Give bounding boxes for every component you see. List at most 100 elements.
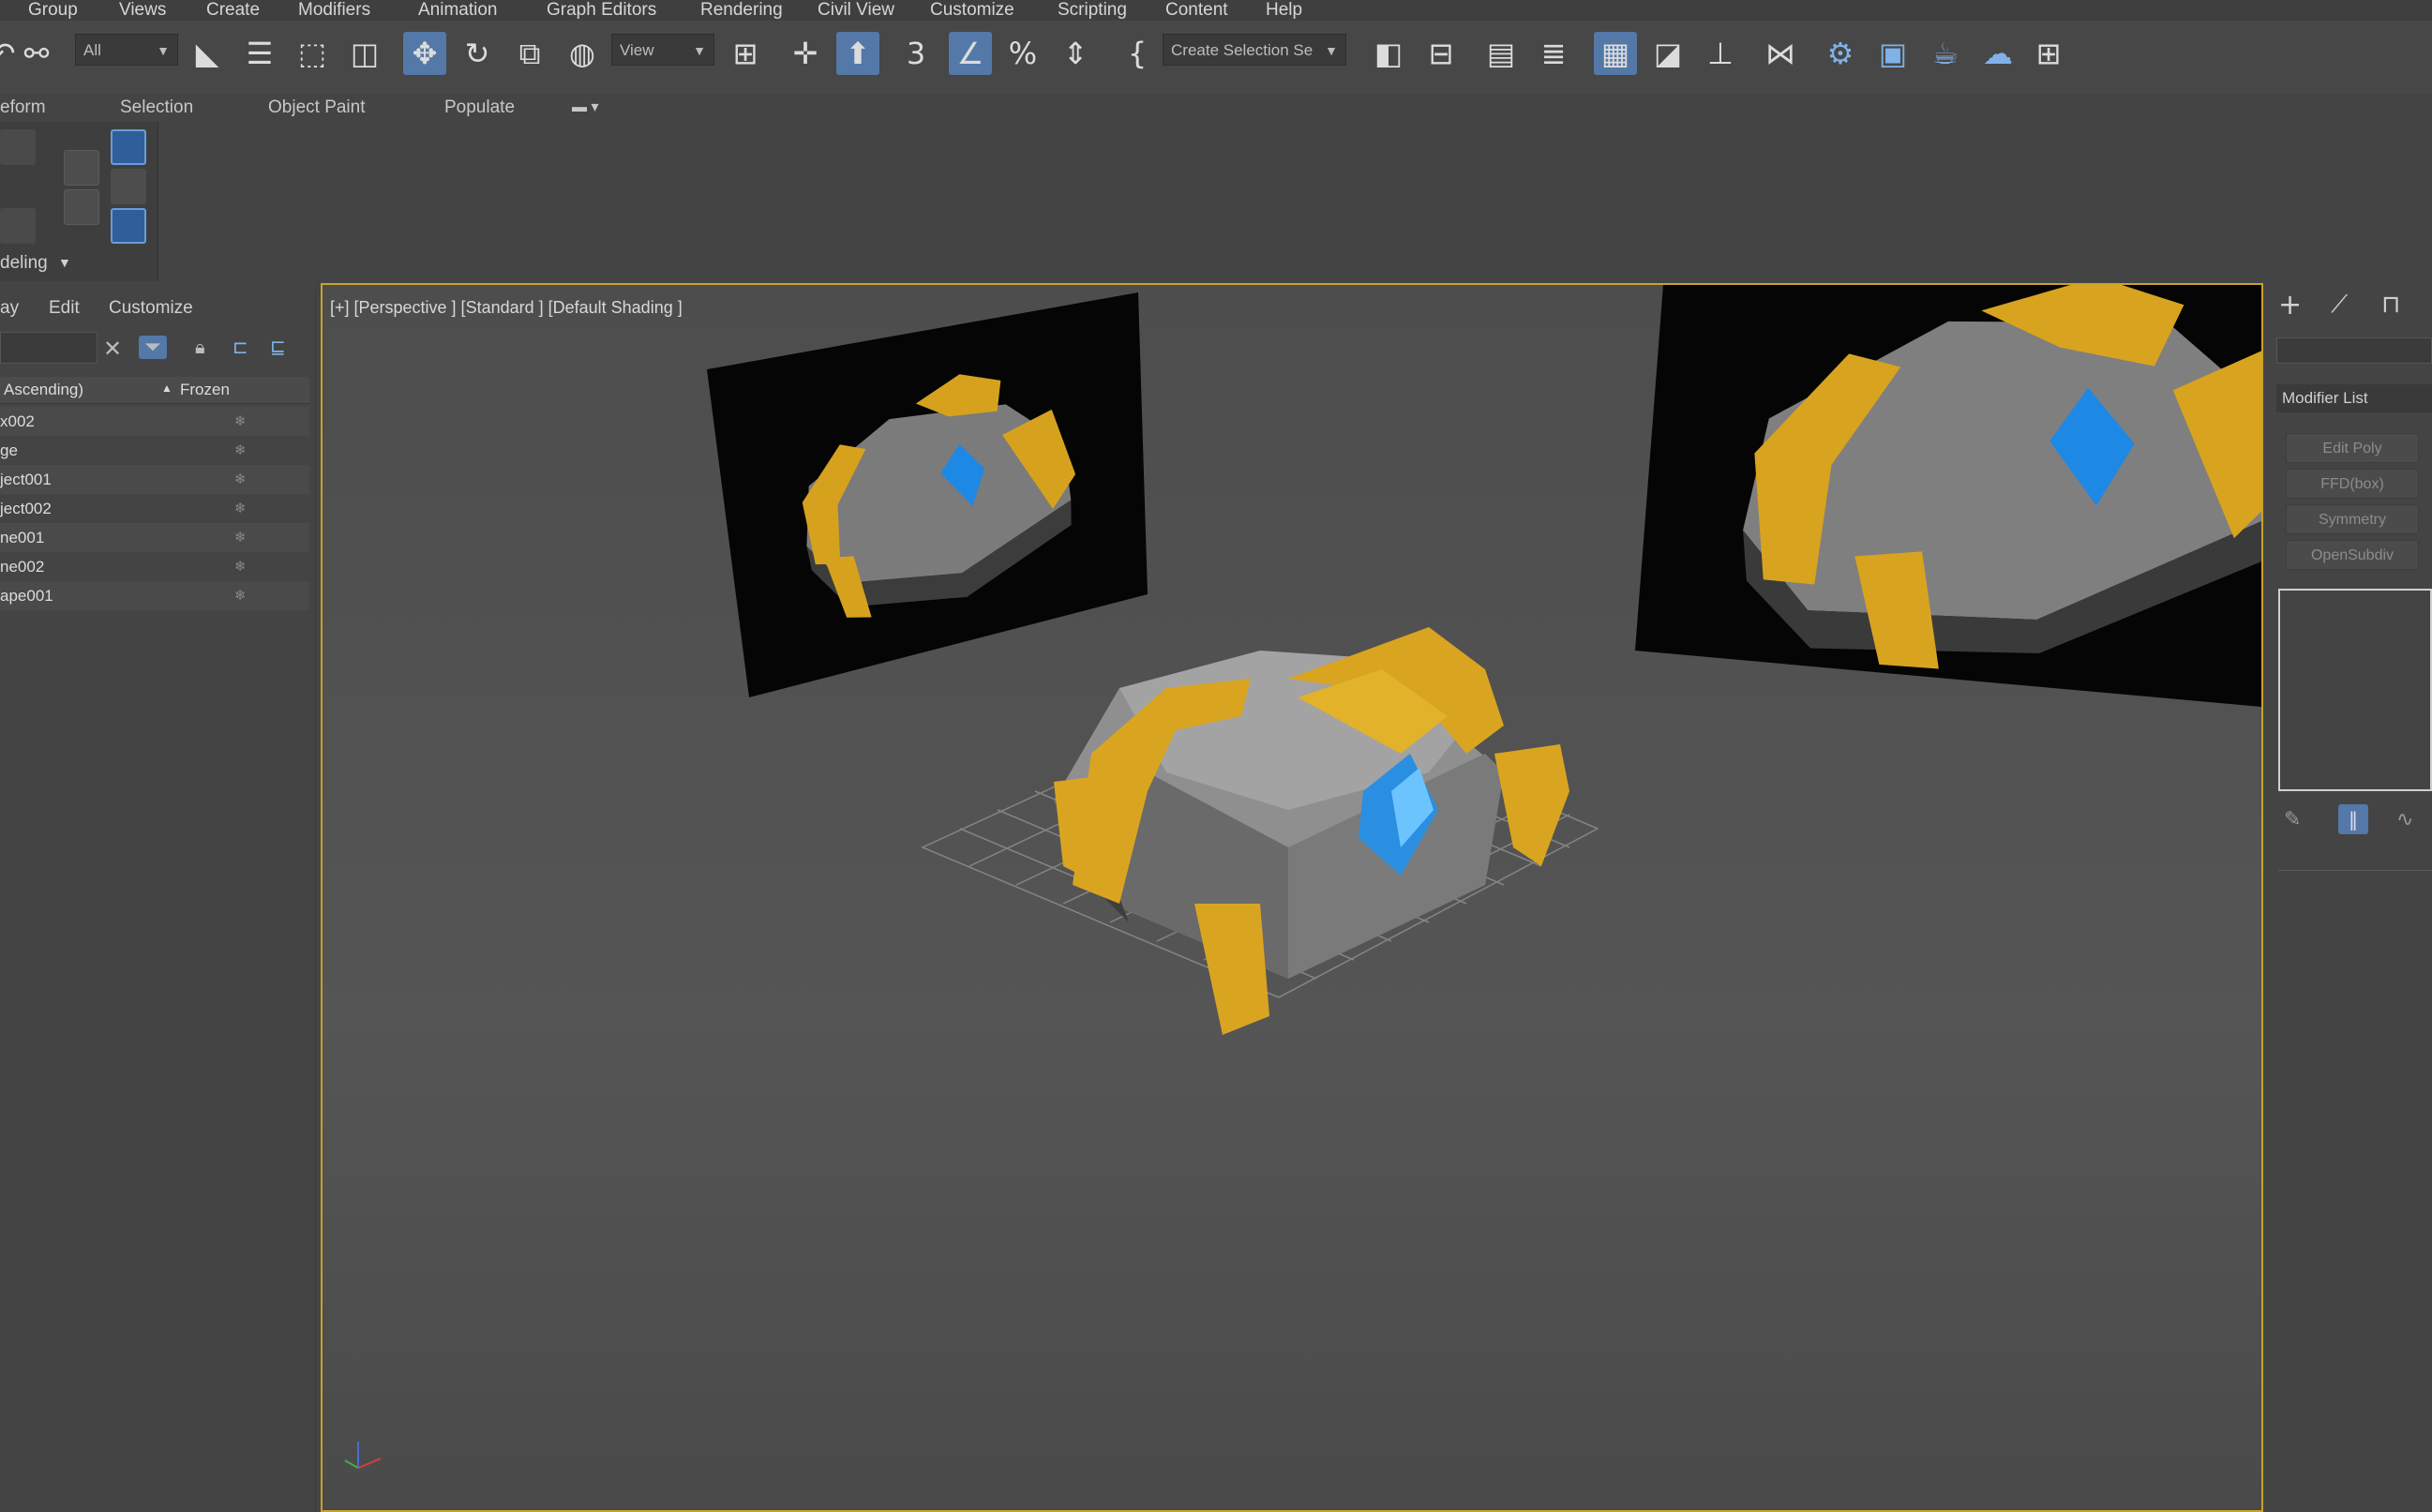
menu-customize[interactable]: Customize: [930, 0, 1014, 21]
schematic-view-icon[interactable]: ⊥: [1699, 32, 1742, 75]
menu-group[interactable]: Group: [28, 0, 78, 21]
table-row[interactable]: ne002 ❄: [0, 552, 309, 581]
table-row[interactable]: ge ❄: [0, 436, 309, 465]
ribbon-options-icon[interactable]: ▬ ▾: [572, 97, 598, 116]
border-tool-icon[interactable]: [64, 189, 99, 225]
angle-snap-icon[interactable]: ∠: [949, 32, 992, 75]
explorer-menu-customize[interactable]: Customize: [109, 298, 193, 319]
spinner-snap-icon[interactable]: ⇕: [1054, 32, 1097, 75]
snowflake-icon[interactable]: ❄: [234, 436, 247, 465]
move-icon[interactable]: ✥: [403, 32, 446, 75]
pin-stack-icon[interactable]: ✎: [2284, 808, 2301, 831]
menu-modifiers[interactable]: Modifiers: [298, 0, 370, 21]
modifier-opensubdiv[interactable]: OpenSubdiv: [2286, 540, 2419, 570]
render-setup-icon[interactable]: ⚙: [1819, 32, 1862, 75]
snowflake-icon[interactable]: ❄: [234, 494, 247, 523]
modify-icon[interactable]: ⟋: [2331, 291, 2348, 320]
selection-filter-dropdown[interactable]: All ▼: [75, 34, 178, 66]
menu-graph-editors[interactable]: Graph Editors: [547, 0, 656, 21]
selection-set-dropdown[interactable]: Create Selection Se ▼: [1163, 34, 1346, 66]
render-in-cloud-icon[interactable]: ☁: [1976, 32, 2019, 75]
menu-create[interactable]: Create: [206, 0, 260, 21]
rect-region-icon[interactable]: ⬚: [291, 32, 334, 75]
modifier-ffd-box[interactable]: FFD(box): [2286, 469, 2419, 499]
explorer-menu-edit[interactable]: Edit: [49, 298, 80, 319]
reference-image-left[interactable]: [707, 292, 1148, 697]
element-tool-icon[interactable]: [111, 129, 146, 165]
reference-coord-dropdown[interactable]: View ▼: [611, 34, 714, 66]
pivot-icon[interactable]: ✛: [784, 32, 827, 75]
keyboard-shortcut-icon[interactable]: ⬆: [836, 32, 879, 75]
select-manipulate-icon[interactable]: ◍: [561, 32, 604, 75]
column-name[interactable]: Ascending): [4, 381, 83, 399]
explorer-search-input[interactable]: [0, 332, 98, 364]
snap-3d-icon[interactable]: 3: [894, 32, 938, 75]
ignore-backfacing-icon[interactable]: [111, 208, 146, 244]
menu-help[interactable]: Help: [1266, 0, 1302, 21]
create-icon[interactable]: +: [2278, 289, 2302, 322]
object-name-field[interactable]: [2276, 337, 2432, 364]
modifier-list-dropdown[interactable]: Modifier List: [2276, 384, 2432, 412]
scene-explorer-icon[interactable]: ▤: [1479, 32, 1523, 75]
tab-populate[interactable]: Populate: [444, 97, 515, 118]
chest-model[interactable]: [921, 627, 1599, 1035]
mirror-icon[interactable]: ◧: [1367, 32, 1410, 75]
layer-explorer-icon[interactable]: ≣: [1532, 32, 1575, 75]
edge-tool-icon[interactable]: [0, 208, 36, 244]
snowflake-icon[interactable]: ❄: [234, 581, 247, 610]
ribbon-panel-label[interactable]: deling: [0, 253, 48, 274]
explorer-menu-display[interactable]: ay: [0, 298, 19, 319]
view-pick-icon[interactable]: ⊞: [724, 32, 767, 75]
curve-editor-icon[interactable]: ◪: [1646, 32, 1689, 75]
tab-object-paint[interactable]: Object Paint: [268, 97, 366, 118]
make-unique-icon[interactable]: ∿: [2396, 808, 2413, 831]
snowflake-icon[interactable]: ❄: [234, 407, 247, 436]
reference-image-right[interactable]: [1635, 285, 2261, 707]
window-crossing-icon[interactable]: ◫: [343, 32, 386, 75]
material-editor-icon[interactable]: ⋈: [1759, 32, 1802, 75]
hierarchy-sort-icon[interactable]: ⊏: [233, 336, 248, 358]
render-icon[interactable]: ☕: [1924, 32, 1967, 75]
show-end-result-icon[interactable]: ‖: [2338, 804, 2368, 834]
menu-civil-view[interactable]: Civil View: [818, 0, 894, 21]
align-icon[interactable]: ⊟: [1419, 32, 1463, 75]
hierarchy-icon[interactable]: ⊓: [2381, 291, 2400, 319]
table-row[interactable]: ape001 ❄: [0, 581, 309, 610]
menu-scripting[interactable]: Scripting: [1058, 0, 1127, 21]
snowflake-icon[interactable]: ❄: [234, 523, 247, 552]
menu-rendering[interactable]: Rendering: [700, 0, 783, 21]
snowflake-icon[interactable]: ❄: [234, 552, 247, 581]
menu-content[interactable]: Content: [1165, 0, 1228, 21]
table-row[interactable]: x002 ❄: [0, 407, 309, 436]
percent-snap-icon[interactable]: %: [1001, 32, 1044, 75]
element-sub-icon[interactable]: [111, 169, 146, 204]
toggle-ribbon-icon[interactable]: ▦: [1594, 32, 1637, 75]
layer-sort-icon[interactable]: ⊑: [270, 336, 286, 358]
modifier-symmetry[interactable]: Symmetry: [2286, 504, 2419, 534]
select-by-name-icon[interactable]: ☰: [238, 32, 281, 75]
lock-icon[interactable]: 🔒︎: [195, 336, 205, 358]
scale-icon[interactable]: ⧉: [508, 32, 551, 75]
perspective-viewport[interactable]: [+] [Perspective ] [Standard ] [Default …: [321, 283, 2263, 1512]
workspace-icon[interactable]: ⊞: [2027, 32, 2070, 75]
table-row[interactable]: ject002 ❄: [0, 494, 309, 523]
link-icon[interactable]: ⚯: [15, 32, 58, 75]
table-row[interactable]: ject001 ❄: [0, 465, 309, 494]
rendered-frame-icon[interactable]: ▣: [1871, 32, 1914, 75]
chevron-down-icon[interactable]: ▼: [58, 255, 71, 270]
select-object-icon[interactable]: ◣: [186, 32, 229, 75]
clear-search-icon[interactable]: ✕: [103, 336, 122, 362]
named-sets-icon[interactable]: {: [1116, 32, 1159, 75]
table-row[interactable]: ne001 ❄: [0, 523, 309, 552]
snowflake-icon[interactable]: ❄: [234, 465, 247, 494]
tab-freeform[interactable]: eform: [0, 97, 46, 118]
menu-animation[interactable]: Animation: [418, 0, 498, 21]
rotate-icon[interactable]: ↻: [456, 32, 499, 75]
filter-icon[interactable]: ⏷: [139, 336, 167, 359]
polygon-tool-icon[interactable]: [0, 129, 36, 165]
column-frozen[interactable]: Frozen: [180, 381, 230, 399]
menu-views[interactable]: Views: [119, 0, 166, 21]
modifier-stack-list[interactable]: [2278, 589, 2432, 791]
vertex-tool-icon[interactable]: [64, 150, 99, 186]
modifier-edit-poly[interactable]: Edit Poly: [2286, 433, 2419, 463]
